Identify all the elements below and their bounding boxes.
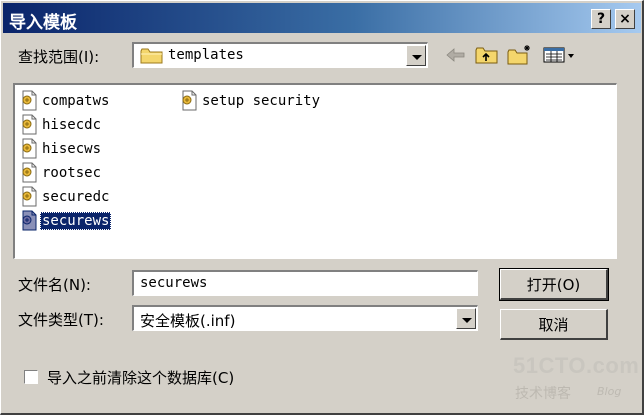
file-name: compatws xyxy=(42,93,110,109)
watermark-site: 51CTO.com xyxy=(513,353,640,378)
inf-file-icon xyxy=(22,210,37,231)
lookin-select[interactable]: templates xyxy=(132,42,428,68)
import-template-dialog: 导入模板 ? × 查找范围(I): templates compatws his… xyxy=(0,0,644,415)
inf-file-icon xyxy=(22,186,37,207)
list-item-compatws[interactable]: compatws xyxy=(19,90,111,112)
lookin-dropdown-arrow[interactable] xyxy=(406,45,426,66)
view-menu-button[interactable] xyxy=(541,43,577,67)
filename-label: 文件名(N): xyxy=(18,276,91,294)
file-name: securedc xyxy=(42,189,110,205)
list-item-rootsec[interactable]: rootsec xyxy=(19,162,103,184)
file-name: setup security xyxy=(202,93,321,109)
clear-db-label[interactable]: 导入之前清除这个数据库(C) xyxy=(47,367,234,388)
view-menu-icon xyxy=(543,47,574,63)
close-button[interactable]: × xyxy=(615,9,635,29)
help-button[interactable]: ? xyxy=(591,9,611,29)
filetype-label: 文件类型(T): xyxy=(18,311,104,329)
filetype-value: 安全模板(.inf) xyxy=(140,312,236,330)
close-icon: × xyxy=(619,11,631,27)
file-name: hisecws xyxy=(42,141,102,157)
lookin-value: templates xyxy=(168,47,244,63)
file-name: rootsec xyxy=(42,165,102,181)
new-folder-button[interactable] xyxy=(507,43,533,67)
open-button[interactable]: 打开(O) xyxy=(499,268,609,301)
inf-file-icon xyxy=(182,90,197,111)
cancel-button[interactable]: 取消 xyxy=(500,309,608,340)
inf-file-icon xyxy=(22,162,37,183)
inf-file-icon xyxy=(22,114,37,135)
back-arrow-icon xyxy=(446,48,465,62)
watermark-blog: Blog xyxy=(597,385,622,398)
open-button-label: 打开(O) xyxy=(526,275,581,294)
help-icon: ? xyxy=(596,11,606,27)
lookin-label: 查找范围(I): xyxy=(18,48,100,66)
clear-db-checkbox[interactable] xyxy=(24,370,38,384)
list-item-hisecws[interactable]: hisecws xyxy=(19,138,103,160)
up-folder-icon xyxy=(475,47,498,64)
cancel-button-label: 取消 xyxy=(538,315,569,334)
filename-value: securews xyxy=(140,275,208,291)
inf-file-icon xyxy=(22,90,37,111)
list-item-securews[interactable]: securews xyxy=(19,210,112,232)
filetype-dropdown-arrow[interactable] xyxy=(456,308,476,329)
back-button[interactable] xyxy=(443,43,469,67)
list-item-hisecdc[interactable]: hisecdc xyxy=(19,114,103,136)
up-folder-button[interactable] xyxy=(474,43,500,67)
list-item-securedc[interactable]: securedc xyxy=(19,186,111,208)
title-bar[interactable]: 导入模板 ? × xyxy=(3,3,641,33)
filetype-select[interactable]: 安全模板(.inf) xyxy=(132,305,478,331)
inf-file-icon xyxy=(22,138,37,159)
watermark-sub: 技术博客 xyxy=(515,386,571,402)
window-title: 导入模板 xyxy=(9,13,77,33)
folder-icon xyxy=(140,48,163,64)
file-name: securews xyxy=(40,212,112,230)
filename-input[interactable]: securews xyxy=(132,270,478,296)
file-list[interactable]: compatws hisecdc hisecws rootsec secured… xyxy=(13,83,617,259)
list-item-setup-security[interactable]: setup security xyxy=(179,90,322,112)
new-folder-icon xyxy=(507,45,530,65)
file-name: hisecdc xyxy=(42,117,102,133)
